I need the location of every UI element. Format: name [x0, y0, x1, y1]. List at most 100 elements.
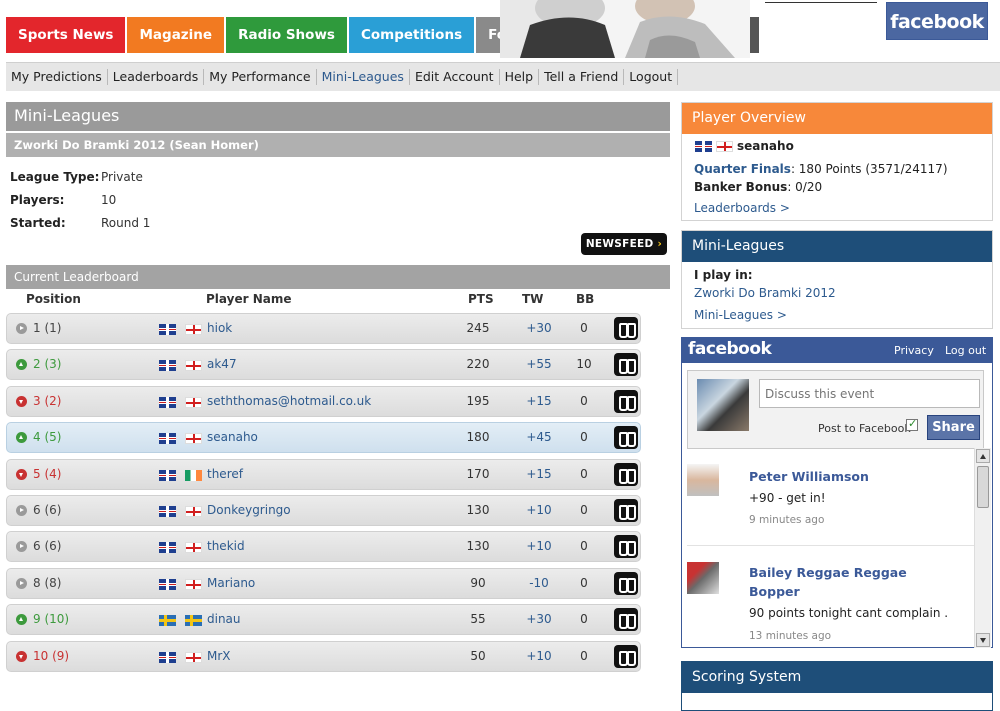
binoculars-icon[interactable]: [614, 535, 638, 559]
subnav-tell-a-friend[interactable]: Tell a Friend: [539, 69, 625, 85]
position: 9 (10): [33, 612, 70, 627]
comments-scrollbar[interactable]: [974, 448, 991, 648]
commenter-avatar: [687, 562, 719, 594]
this-week: +45: [526, 430, 552, 445]
table-row: 5 (4) theref 170 +15 0: [6, 458, 641, 490]
player-name-link[interactable]: seththomas@hotmail.co.uk: [207, 387, 371, 416]
share-button[interactable]: Share: [927, 415, 980, 440]
subnav-help[interactable]: Help: [500, 69, 540, 85]
uk-flag-icon: [159, 433, 176, 445]
binoculars-icon[interactable]: [614, 644, 638, 668]
nav-tab-competitions[interactable]: Competitions: [348, 17, 475, 53]
post-to-facebook-label: Post to Facebook: [818, 422, 911, 435]
commenter-name[interactable]: Peter Williamson: [749, 467, 919, 486]
binoculars-icon[interactable]: [614, 353, 638, 377]
points: 245: [466, 321, 490, 335]
banker-bonus: Banker Bonus: 0/20: [694, 180, 822, 194]
subnav-leaderboards[interactable]: Leaderboards: [108, 69, 205, 85]
player-name-link[interactable]: dinau: [207, 605, 241, 634]
col-pts[interactable]: PTS: [468, 292, 494, 306]
uk-flag-icon: [159, 324, 176, 335]
player-name-link[interactable]: seanaho: [207, 423, 258, 452]
banker-bonus: 0: [580, 648, 588, 663]
col-position[interactable]: Position: [26, 292, 81, 306]
col-player-name[interactable]: Player Name: [206, 292, 291, 306]
facebook-logo[interactable]: facebook: [886, 2, 988, 40]
player-overview-panel: Player Overview seanaho Quarter Finals: …: [681, 102, 993, 221]
england-flag-icon: [716, 141, 733, 152]
i-play-in-label: I play in:: [694, 268, 753, 282]
mini-leagues-link[interactable]: Mini-Leagues >: [694, 308, 787, 322]
privacy-link[interactable]: Privacy: [894, 344, 934, 357]
comment-composer: Post to Facebook Share: [687, 370, 984, 449]
round-label[interactable]: Quarter Finals: [694, 162, 791, 176]
binoculars-icon[interactable]: [614, 571, 638, 595]
fb-logout-link[interactable]: Log out: [945, 344, 986, 357]
comment-time: 13 minutes ago: [749, 630, 832, 642]
sweden-flag-icon: [185, 615, 202, 627]
player-name-link[interactable]: Mariano: [207, 569, 255, 598]
binoculars-icon[interactable]: [614, 389, 638, 413]
banker-bonus: 0: [580, 575, 588, 590]
scroll-down-icon[interactable]: [976, 633, 990, 647]
binoculars-icon[interactable]: [614, 462, 638, 486]
subnav-mini-leagues[interactable]: Mini-Leagues: [317, 69, 410, 85]
comment-input[interactable]: [759, 379, 980, 408]
uk-flag-icon: [159, 542, 176, 554]
table-row: 4 (5) seanaho 180 +45 0: [6, 422, 641, 454]
position: 4 (5): [33, 430, 62, 445]
leaderboards-link[interactable]: Leaderboards >: [694, 201, 790, 215]
player-name-link[interactable]: hiok: [207, 314, 232, 343]
league-type-label: League Type:: [10, 170, 100, 184]
this-week: +15: [526, 393, 552, 408]
england-flag-icon: [185, 433, 202, 445]
col-bb[interactable]: BB: [576, 292, 594, 306]
position: 2 (3): [33, 357, 62, 372]
position-cell: 4 (5): [16, 423, 61, 452]
banker-value: : 0/20: [787, 180, 823, 194]
points: 130: [466, 539, 490, 554]
scroll-up-icon[interactable]: [976, 449, 990, 463]
section-header: Mini-Leagues: [6, 102, 670, 131]
players-value: 10: [101, 193, 117, 207]
scoring-system-title: Scoring System: [682, 662, 992, 693]
no-change-icon: [16, 541, 27, 553]
league-name: Zworki Do Bramki 2012 (Sean Homer): [14, 138, 259, 152]
binoculars-icon[interactable]: [614, 608, 638, 632]
scroll-thumb[interactable]: [977, 466, 989, 508]
player-name-link[interactable]: MrX: [207, 642, 231, 671]
binoculars-icon[interactable]: [614, 426, 638, 450]
banker-label: Banker Bonus: [694, 180, 788, 194]
binoculars-icon[interactable]: [614, 317, 638, 340]
subnav-logout[interactable]: Logout: [624, 69, 679, 85]
newsfeed-button[interactable]: NEWSFEED ›: [581, 233, 667, 255]
arrow-down-icon: [16, 395, 27, 407]
player-name-link[interactable]: ak47: [207, 350, 237, 379]
subnav-edit-account[interactable]: Edit Account: [410, 69, 500, 85]
player-name-link[interactable]: thekid: [207, 532, 245, 561]
position: 5 (4): [33, 466, 62, 481]
banker-bonus: 0: [580, 393, 588, 408]
england-flag-icon: [185, 324, 202, 335]
arrow-up-icon: [16, 614, 27, 626]
player-name-link[interactable]: Donkeygringo: [207, 496, 291, 525]
no-change-icon: [16, 505, 27, 516]
commenter-name[interactable]: Bailey Reggae Reggae Bopper: [749, 563, 919, 601]
post-to-facebook-checkbox[interactable]: [906, 417, 918, 431]
binoculars-icon[interactable]: [614, 499, 638, 522]
points: 170: [466, 466, 490, 481]
subnav-my-predictions[interactable]: My Predictions: [6, 69, 108, 85]
player-name-link[interactable]: theref: [207, 460, 243, 489]
points: 55: [470, 612, 486, 627]
league-link[interactable]: Zworki Do Bramki 2012: [694, 286, 836, 300]
nav-tab-radio-shows[interactable]: Radio Shows: [226, 17, 347, 53]
nav-tab-magazine[interactable]: Magazine: [127, 17, 225, 53]
england-flag-icon: [185, 360, 202, 372]
col-tw[interactable]: TW: [522, 292, 543, 306]
header-photo: [500, 0, 750, 58]
subnav-my-performance[interactable]: My Performance: [204, 69, 317, 85]
nav-tab-sports-news[interactable]: Sports News: [6, 17, 126, 53]
points: 180: [466, 430, 490, 445]
this-week: +15: [526, 466, 552, 481]
position-cell: 1 (1): [16, 314, 61, 343]
